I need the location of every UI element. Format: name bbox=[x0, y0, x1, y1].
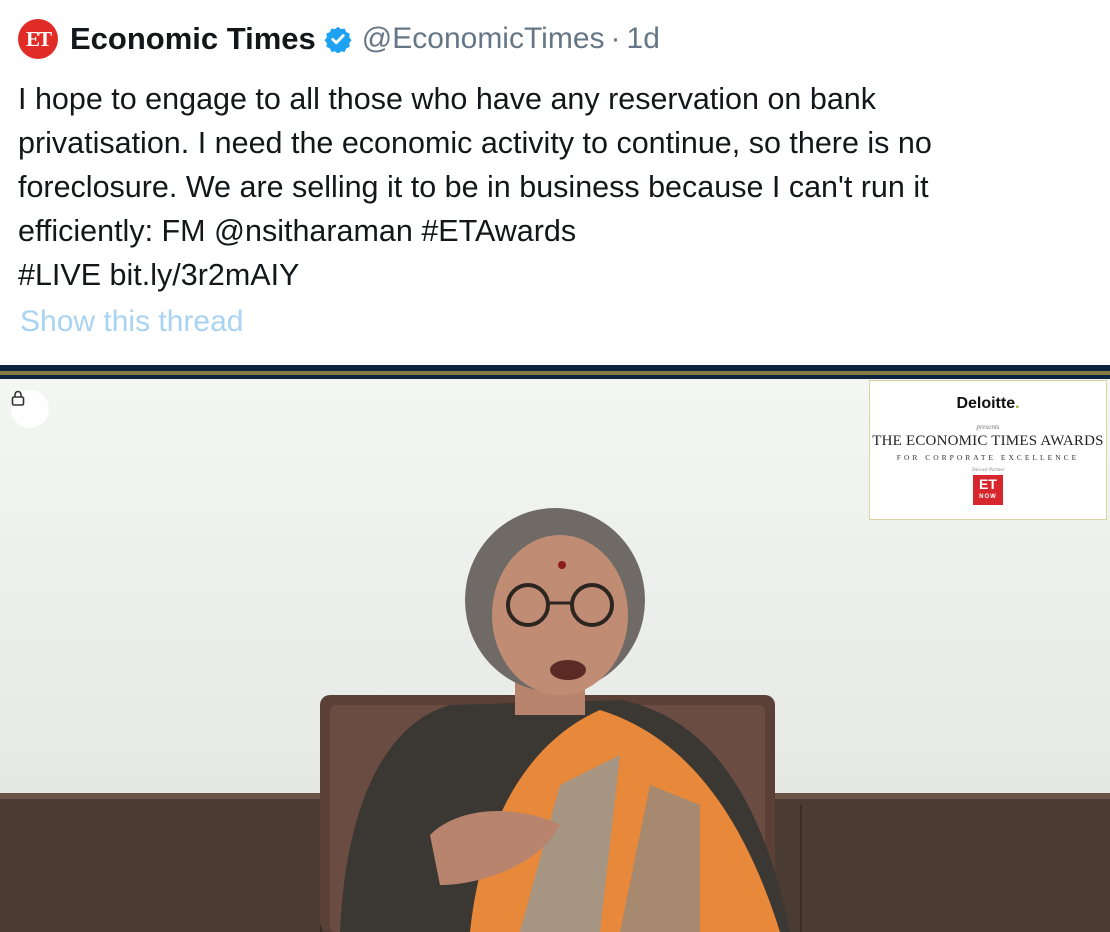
tweet-header: ET Economic Times @EconomicTimes · 1d bbox=[18, 18, 660, 60]
award-title: THE ECONOMIC TIMES AWARDS bbox=[872, 433, 1104, 449]
award-subtitle: FOR CORPORATE EXCELLENCE bbox=[896, 453, 1080, 462]
verified-badge-icon bbox=[324, 25, 352, 54]
tweet-text-line-mention-hashtag[interactable]: efficiently: FM @nsitharaman #ETAwards bbox=[18, 209, 1098, 253]
tweet-media-video[interactable]: Deloitte. presents THE ECONOMIC TIMES AW… bbox=[0, 365, 1110, 932]
et-avatar-logo[interactable]: ET bbox=[18, 19, 58, 59]
tweet-text-line: I hope to engage to all those who have a… bbox=[18, 82, 876, 116]
user-handle[interactable]: @EconomicTimes bbox=[362, 22, 605, 56]
show-thread-link[interactable]: Show this thread bbox=[20, 305, 243, 339]
tweet-timestamp[interactable]: 1d bbox=[627, 22, 660, 56]
tweet-text-line: privatisation. I need the economic activ… bbox=[18, 126, 932, 160]
tweet-text-line-link[interactable]: #LIVE bit.ly/3r2mAIY bbox=[18, 253, 1098, 297]
display-name[interactable]: Economic Times bbox=[70, 21, 316, 57]
sponsor-logo: Deloitte. bbox=[956, 395, 1020, 412]
award-sponsor-overlay: Deloitte. presents THE ECONOMIC TIMES AW… bbox=[869, 380, 1107, 520]
separator-dot: · bbox=[610, 22, 621, 55]
presents-label: presents bbox=[976, 423, 1000, 431]
tweet-text: I hope to engage to all those who have a… bbox=[18, 77, 1098, 297]
et-now-logo: ET NOW bbox=[973, 475, 1003, 505]
tweet-text-line: foreclosure. We are selling it to be in … bbox=[18, 170, 929, 204]
lock-icon[interactable] bbox=[11, 390, 49, 428]
telecast-partner-label: Telecast Partner bbox=[971, 468, 1005, 473]
